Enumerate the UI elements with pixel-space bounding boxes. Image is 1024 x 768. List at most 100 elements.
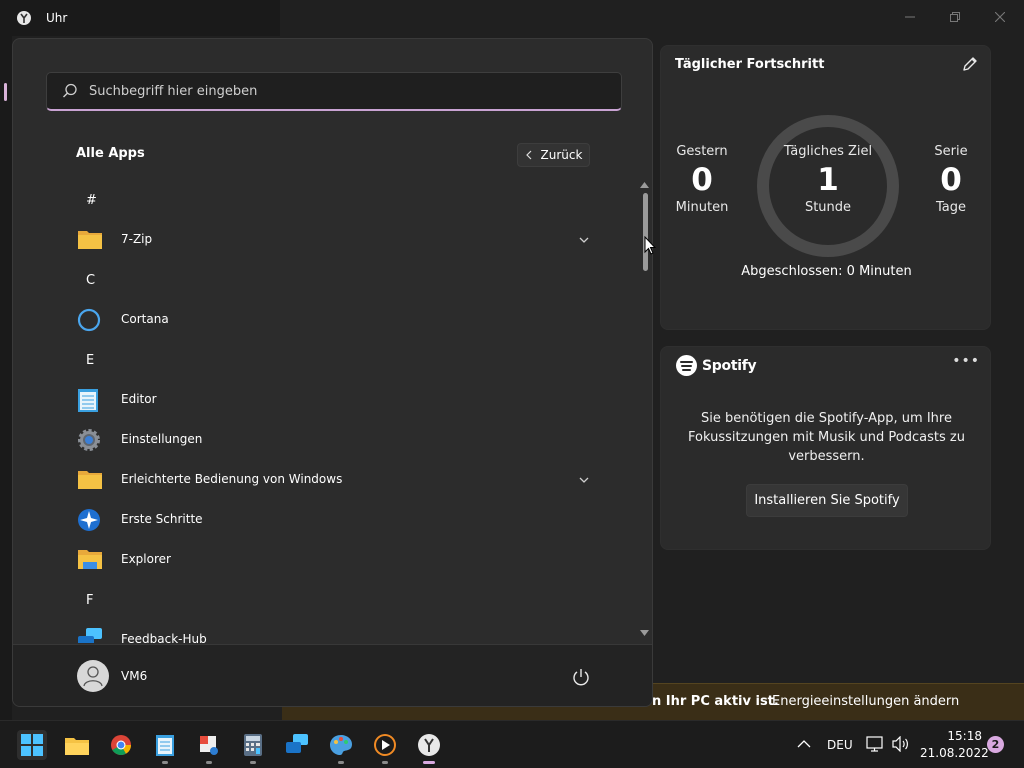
taskbar: DEU 15:18 21.08.2022 2 <box>0 720 1024 768</box>
close-button[interactable] <box>988 6 1012 28</box>
letter-header[interactable]: C <box>13 260 643 300</box>
taskbar-date[interactable]: 21.08.2022 <box>920 746 989 760</box>
snipping-tool-icon <box>200 736 218 755</box>
nav-selection-indicator <box>4 83 7 101</box>
app-name: Cortana <box>121 312 169 326</box>
daily-goal-label: Tägliches Ziel <box>783 144 873 159</box>
letter-header[interactable]: F <box>13 580 643 620</box>
language-indicator[interactable]: DEU <box>827 738 853 752</box>
start-icon <box>21 734 43 756</box>
get-started-icon <box>77 508 103 532</box>
settings-gear-icon <box>77 428 103 452</box>
taskbar-calculator-button[interactable] <box>238 730 268 764</box>
navigation-rail <box>0 36 12 720</box>
minimize-icon <box>905 16 915 18</box>
title-bar: Uhr <box>0 0 280 36</box>
search-box[interactable] <box>46 72 622 111</box>
clock-app-icon <box>17 11 31 25</box>
power-settings-link[interactable]: Energieeinstellungen ändern <box>772 694 959 709</box>
streak-unit: Tage <box>935 200 966 215</box>
spotify-card: Spotify ••• Sie benötigen die Spotify-Ap… <box>660 346 991 550</box>
taskbar-snipping-button[interactable] <box>194 730 224 764</box>
taskbar-paint-button[interactable] <box>326 730 356 764</box>
user-name[interactable]: VM6 <box>121 669 147 683</box>
install-spotify-button[interactable]: Installieren Sie Spotify <box>746 484 908 517</box>
completed-text: Abgeschlossen: 0 Minuten <box>741 264 912 279</box>
all-apps-heading: Alle Apps <box>76 146 145 161</box>
taskbar-media-player-button[interactable] <box>370 730 400 764</box>
notification-badge[interactable]: 2 <box>987 736 1004 753</box>
letter-header-label: C <box>86 272 96 288</box>
streak-stat: Serie 0 Tage <box>916 144 986 215</box>
notification-text: n Ihr PC aktiv ist. <box>652 694 779 709</box>
app-list-item[interactable]: Einstellungen <box>13 420 643 460</box>
maximize-button[interactable] <box>943 6 967 28</box>
yesterday-label: Gestern <box>676 144 728 159</box>
spotify-logo: Spotify <box>676 355 757 376</box>
taskbar-chrome-button[interactable] <box>106 730 136 760</box>
mouse-cursor-icon <box>644 236 656 255</box>
app-list-item[interactable]: Erleichterte Bedienung von Windows <box>13 460 643 500</box>
start-menu: Alle Apps Zurück #7-Zip C Cortana E Editor Ei… <box>12 38 653 707</box>
notepad-icon <box>77 388 103 412</box>
calculator-icon <box>244 734 262 756</box>
letter-header-label: # <box>86 192 97 208</box>
file-explorer-icon <box>65 738 89 755</box>
minimize-button[interactable] <box>898 6 922 28</box>
spotify-brand: Spotify <box>702 357 757 374</box>
scrollbar-thumb[interactable] <box>643 193 648 271</box>
power-icon[interactable] <box>571 667 591 687</box>
app-name: Einstellungen <box>121 432 203 446</box>
letter-header[interactable]: # <box>13 180 643 220</box>
user-avatar[interactable] <box>77 660 109 692</box>
scroll-up-icon[interactable] <box>640 181 649 189</box>
search-input[interactable] <box>89 83 589 99</box>
back-label: Zurück <box>540 148 583 162</box>
network-icon[interactable] <box>866 735 886 753</box>
yesterday-stat: Gestern 0 Minuten <box>667 144 737 215</box>
app-list-item[interactable]: Editor <box>13 380 643 420</box>
volume-icon[interactable] <box>891 736 911 752</box>
clock-icon <box>418 734 440 756</box>
chevron-up-icon[interactable] <box>797 739 811 749</box>
app-name: Erleichterte Bedienung von Windows <box>121 472 343 486</box>
letter-header-label: F <box>86 592 94 608</box>
app-list-item[interactable]: Feedback-Hub <box>13 620 643 643</box>
paint-icon <box>330 735 352 755</box>
app-list-item[interactable]: Explorer <box>13 540 643 580</box>
spotify-icon <box>676 355 697 376</box>
chevron-down-icon[interactable] <box>578 231 590 243</box>
taskbar-notepad-button[interactable] <box>150 730 180 764</box>
file-explorer-icon <box>77 548 103 572</box>
taskbar-explorer-button[interactable] <box>62 730 92 760</box>
scroll-down-icon[interactable] <box>640 629 649 637</box>
back-button[interactable]: Zurück <box>517 143 590 167</box>
user-icon <box>83 666 103 687</box>
folder-icon <box>77 228 103 252</box>
all-apps-list: #7-Zip C Cortana E Editor Einstellungen Erleic… <box>13 180 643 643</box>
app-list-item[interactable]: Erste Schritte <box>13 500 643 540</box>
chevron-down-icon[interactable] <box>578 471 590 483</box>
letter-header[interactable]: E <box>13 340 643 380</box>
daily-goal-stat: Tägliches Ziel 1 Stunde <box>751 144 905 215</box>
media-player-icon <box>374 734 396 756</box>
cortana-icon <box>77 308 103 332</box>
start-menu-footer: VM6 <box>13 644 652 706</box>
progress-card-title: Täglicher Fortschritt <box>675 57 825 72</box>
taskbar-clock-button[interactable] <box>414 730 444 764</box>
taskbar-feedback-button[interactable] <box>282 730 312 760</box>
app-name: Feedback-Hub <box>121 632 207 643</box>
more-options-icon[interactable]: ••• <box>952 353 980 369</box>
restore-icon <box>950 12 960 22</box>
app-name: Editor <box>121 392 157 406</box>
notepad-icon <box>156 735 174 756</box>
taskbar-start-button[interactable] <box>17 730 47 760</box>
app-list-item[interactable]: 7-Zip <box>13 220 643 260</box>
taskbar-time[interactable]: 15:18 <box>940 729 982 743</box>
feedback-hub-icon <box>77 628 103 643</box>
spotify-message: Sie benötigen die Spotify-App, um Ihre F… <box>688 411 965 464</box>
edit-pencil-icon[interactable] <box>960 54 980 74</box>
yesterday-unit: Minuten <box>675 200 729 215</box>
folder-icon <box>77 468 103 492</box>
app-list-item[interactable]: Cortana <box>13 300 643 340</box>
